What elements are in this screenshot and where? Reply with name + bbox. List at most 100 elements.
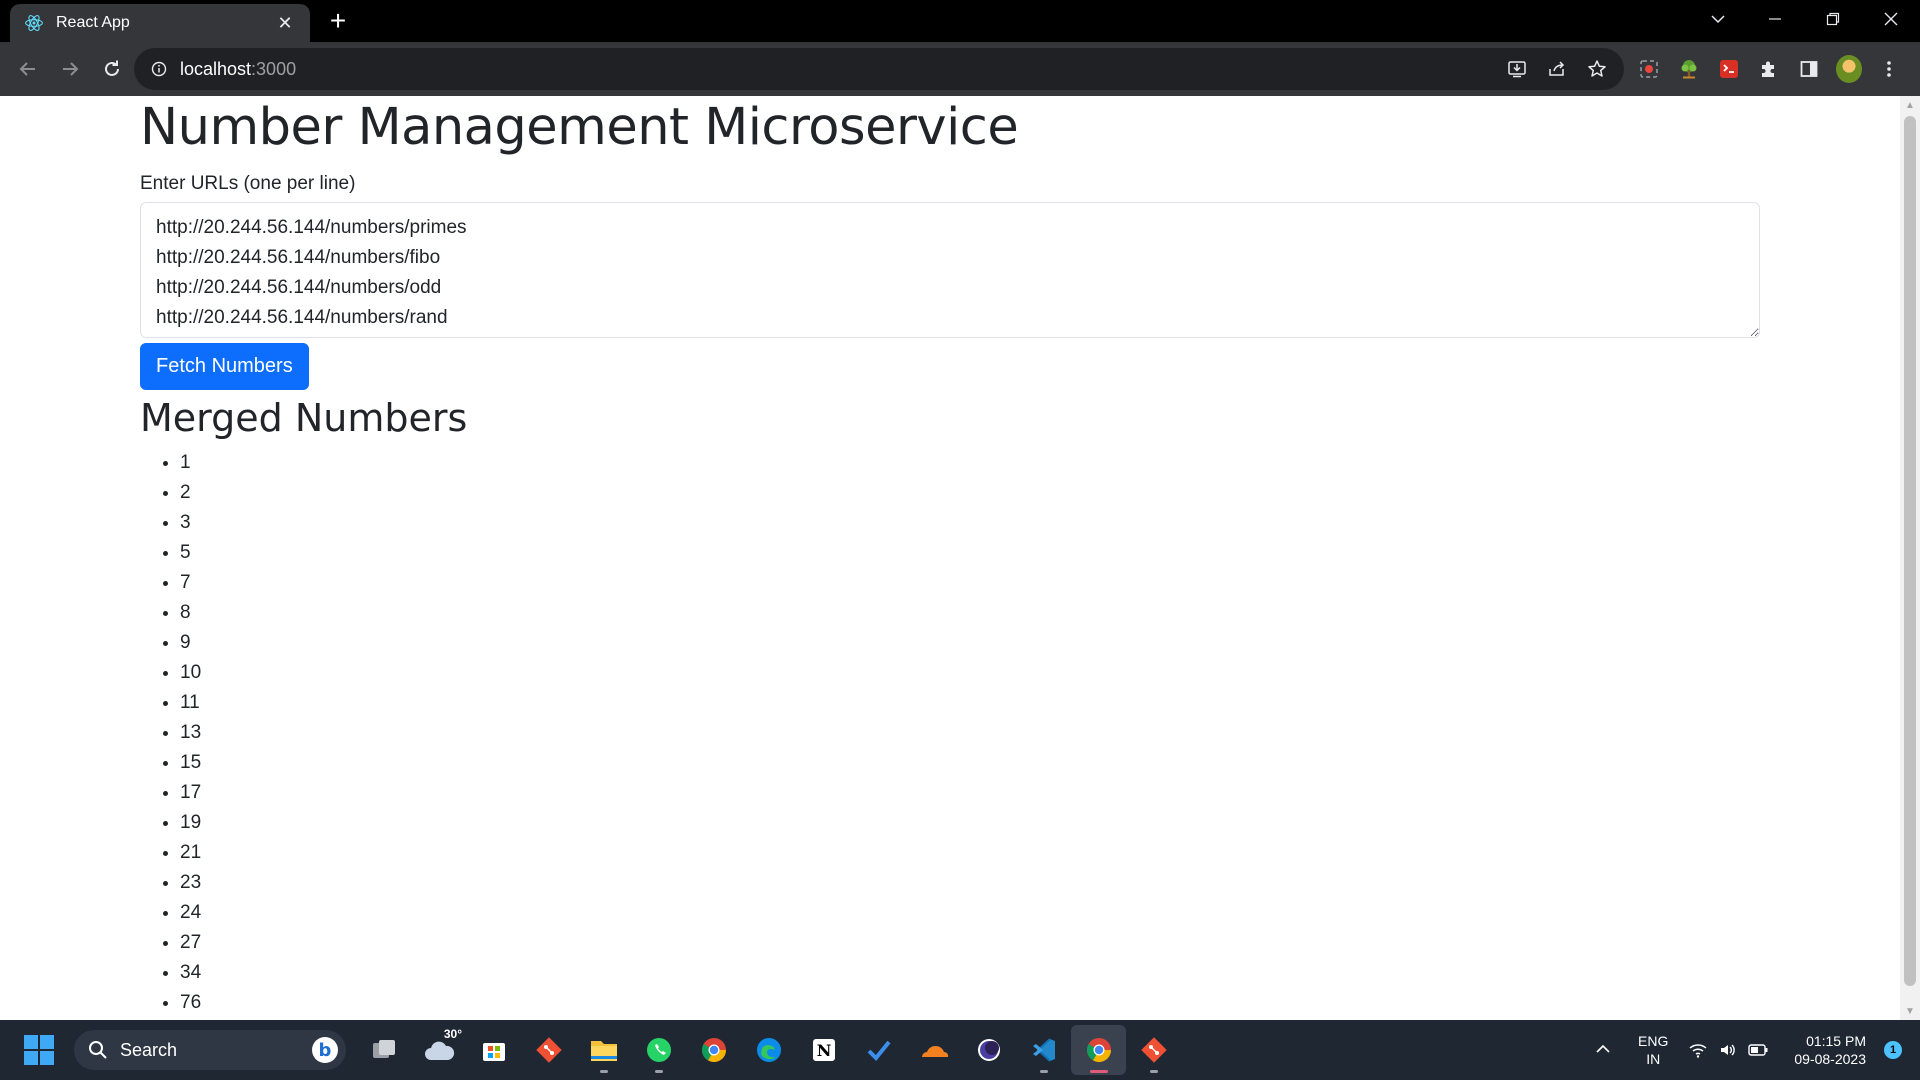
vscode-icon[interactable] <box>1016 1025 1071 1075</box>
extensions-area <box>1636 48 1902 90</box>
list-item: 19 <box>180 808 1760 838</box>
git-gui-icon[interactable] <box>1126 1025 1181 1075</box>
list-item: 34 <box>180 958 1760 988</box>
input-language[interactable]: ENG IN <box>1638 1032 1668 1068</box>
taskbar: Search b 30° N ENG IN 01:15 PM 09-08-202… <box>0 1020 1920 1080</box>
battery-icon <box>1748 1040 1768 1060</box>
list-item: 17 <box>180 778 1760 808</box>
scroll-down-arrow-icon[interactable]: ▼ <box>1900 1002 1920 1020</box>
edge-icon[interactable] <box>741 1025 796 1075</box>
scroll-up-arrow-icon[interactable]: ▲ <box>1900 96 1920 114</box>
url-host: localhost <box>180 58 252 79</box>
urls-label: Enter URLs (one per line) <box>140 173 356 194</box>
restore-icon[interactable] <box>1804 0 1862 38</box>
red-extension-icon[interactable] <box>1716 56 1742 82</box>
list-item: 27 <box>180 928 1760 958</box>
weather-temp: 30° <box>443 1027 462 1041</box>
wifi-icon <box>1688 1040 1708 1060</box>
forward-icon[interactable] <box>50 49 90 89</box>
address-bar-actions <box>1504 48 1610 90</box>
tree-extension-icon[interactable] <box>1676 56 1702 82</box>
list-item: 21 <box>180 838 1760 868</box>
show-hidden-icons-icon[interactable] <box>1588 1041 1618 1059</box>
site-info-icon[interactable] <box>150 60 168 78</box>
system-tray: ENG IN 01:15 PM 09-08-2023 1 <box>1588 1020 1920 1080</box>
react-icon <box>24 13 44 33</box>
search-placeholder: Search <box>120 1039 178 1060</box>
list-item: 15 <box>180 748 1760 778</box>
bookmark-star-icon[interactable] <box>1584 56 1610 82</box>
tab-strip: React App ✕ + <box>0 0 1920 42</box>
list-item: 76 <box>180 988 1760 1018</box>
page-scrollbar[interactable]: ▲ ▼ <box>1900 96 1920 1020</box>
scrollbar-thumb[interactable] <box>1904 116 1916 986</box>
list-item: 13 <box>180 718 1760 748</box>
new-tab-button[interactable]: + <box>324 7 352 36</box>
share-icon[interactable] <box>1544 56 1570 82</box>
list-item: 1 <box>180 448 1760 478</box>
todo-icon[interactable] <box>851 1025 906 1075</box>
file-explorer-icon[interactable] <box>576 1025 631 1075</box>
url-port: :3000 <box>251 58 297 79</box>
merged-numbers-title: Merged Numbers <box>140 396 468 440</box>
install-app-icon[interactable] <box>1504 56 1530 82</box>
weather-icon[interactable]: 30° <box>411 1025 466 1075</box>
notion-icon[interactable]: N <box>796 1025 851 1075</box>
taskbar-apps: 30° N <box>356 1020 1181 1080</box>
volume-icon <box>1718 1040 1738 1060</box>
cloudflare-icon[interactable] <box>906 1025 961 1075</box>
search-icon <box>89 1041 107 1059</box>
list-item: 2 <box>180 478 1760 508</box>
list-item: 3 <box>180 508 1760 538</box>
list-item: 9 <box>180 628 1760 658</box>
close-window-icon[interactable] <box>1862 0 1920 38</box>
fetch-numbers-button[interactable]: Fetch Numbers <box>140 343 309 390</box>
back-icon[interactable] <box>8 49 48 89</box>
quick-settings[interactable] <box>1688 1040 1768 1060</box>
taskbar-search[interactable]: Search b <box>74 1030 346 1070</box>
minimize-icon[interactable] <box>1746 0 1804 38</box>
browser-tab[interactable]: React App ✕ <box>10 4 310 42</box>
page-title: Number Management Microservice <box>140 98 1019 157</box>
close-tab-icon[interactable]: ✕ <box>274 12 296 34</box>
clock-date: 09-08-2023 <box>1794 1051 1866 1067</box>
app-container: Number Management Microservice Enter URL… <box>140 96 1760 1018</box>
list-item: 24 <box>180 898 1760 928</box>
task-view-icon[interactable] <box>356 1025 411 1075</box>
svg-text:N: N <box>816 1041 831 1060</box>
microsoft-store-icon[interactable] <box>466 1025 521 1075</box>
merged-numbers-list: 1 2 3 5 7 8 9 10 11 13 15 17 19 21 23 24… <box>140 448 1760 1018</box>
list-item: 5 <box>180 538 1760 568</box>
clock-time: 01:15 PM <box>1806 1033 1866 1049</box>
region-code: IN <box>1646 1051 1661 1067</box>
menu-kebab-icon[interactable] <box>1876 56 1902 82</box>
notification-badge[interactable]: 1 <box>1884 1041 1902 1059</box>
browser-toolbar: localhost:3000 <box>0 42 1920 96</box>
windows-start-icon[interactable] <box>24 1035 54 1065</box>
address-bar[interactable]: localhost:3000 <box>134 48 1624 90</box>
chrome-active-icon[interactable] <box>1071 1025 1126 1075</box>
bing-icon[interactable]: b <box>312 1037 338 1063</box>
url-text: localhost:3000 <box>180 59 296 80</box>
git-icon[interactable] <box>521 1025 576 1075</box>
tab-title: React App <box>56 14 130 31</box>
language-code: ENG <box>1638 1033 1669 1049</box>
list-item: 11 <box>180 688 1760 718</box>
list-item: 7 <box>180 568 1760 598</box>
urls-textarea[interactable]: http://20.244.56.144/numbers/primes http… <box>140 202 1760 338</box>
reload-icon[interactable] <box>92 49 132 89</box>
list-item: 10 <box>180 658 1760 688</box>
screen-recorder-extension-icon[interactable] <box>1636 56 1662 82</box>
list-item: 23 <box>180 868 1760 898</box>
chrome-icon[interactable] <box>686 1025 741 1075</box>
tab-search-icon[interactable] <box>1690 0 1746 38</box>
eclipse-icon[interactable] <box>961 1025 1016 1075</box>
profile-avatar[interactable] <box>1836 55 1862 83</box>
side-panel-icon[interactable] <box>1796 56 1822 82</box>
extensions-puzzle-icon[interactable] <box>1756 56 1782 82</box>
page-viewport: Number Management Microservice Enter URL… <box>0 96 1900 1020</box>
window-controls <box>1690 0 1920 38</box>
whatsapp-icon[interactable] <box>631 1025 686 1075</box>
list-item: 8 <box>180 598 1760 628</box>
taskbar-clock[interactable]: 01:15 PM 09-08-2023 <box>1794 1032 1866 1068</box>
